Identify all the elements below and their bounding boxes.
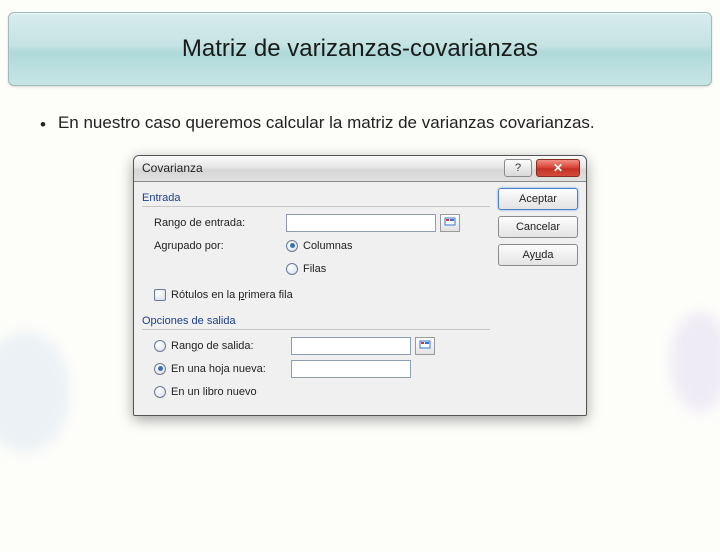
new-sheet-label: En una hoja nueva: bbox=[171, 363, 291, 375]
covariance-dialog: Covarianza ? ✕ Entrada Rango de entrada: bbox=[133, 155, 587, 416]
dialog-titlebar[interactable]: Covarianza ? ✕ bbox=[134, 156, 586, 182]
columns-radio-label: Columnas bbox=[303, 240, 353, 252]
bullet-dot-icon: • bbox=[40, 114, 46, 137]
output-range-picker-button[interactable] bbox=[415, 337, 435, 355]
new-book-radio[interactable] bbox=[154, 386, 166, 398]
dialog-title: Covarianza bbox=[142, 161, 504, 175]
help-icon: ? bbox=[515, 162, 521, 174]
divider bbox=[142, 206, 490, 207]
cancel-button[interactable]: Cancelar bbox=[498, 216, 578, 238]
slide-title-banner: Matriz de varizanzas-covarianzas bbox=[8, 12, 712, 86]
slide-title: Matriz de varizanzas-covarianzas bbox=[182, 35, 538, 63]
help-button[interactable]: Ayuda bbox=[498, 244, 578, 266]
new-book-label: En un libro nuevo bbox=[171, 386, 257, 398]
rows-radio[interactable] bbox=[286, 263, 298, 275]
new-sheet-field[interactable] bbox=[291, 360, 411, 378]
output-range-field[interactable] bbox=[291, 337, 411, 355]
output-range-label: Rango de salida: bbox=[171, 340, 291, 352]
close-button[interactable]: ✕ bbox=[536, 159, 580, 177]
help-titlebar-button[interactable]: ? bbox=[504, 159, 532, 177]
input-range-picker-button[interactable] bbox=[440, 214, 460, 232]
input-range-field[interactable] bbox=[286, 214, 436, 232]
accept-button[interactable]: Aceptar bbox=[498, 188, 578, 210]
divider bbox=[142, 329, 490, 330]
labels-first-row-label: Rótulos en la primera fila bbox=[171, 289, 293, 301]
new-sheet-radio[interactable] bbox=[154, 363, 166, 375]
range-picker-icon bbox=[419, 340, 431, 352]
group-output-label: Opciones de salida bbox=[142, 315, 490, 327]
rows-radio-label: Filas bbox=[303, 263, 326, 275]
bullet-text: En nuestro caso queremos calcular la mat… bbox=[58, 112, 595, 135]
group-input-label: Entrada bbox=[142, 192, 490, 204]
grouped-by-label: Agrupado por: bbox=[154, 240, 286, 252]
input-range-label: Rango de entrada: bbox=[154, 217, 286, 229]
slide-bullet: • En nuestro caso queremos calcular la m… bbox=[40, 112, 680, 137]
output-range-radio[interactable] bbox=[154, 340, 166, 352]
close-icon: ✕ bbox=[553, 161, 563, 175]
range-picker-icon bbox=[444, 217, 456, 229]
labels-first-row-checkbox[interactable] bbox=[154, 289, 166, 301]
columns-radio[interactable] bbox=[286, 240, 298, 252]
